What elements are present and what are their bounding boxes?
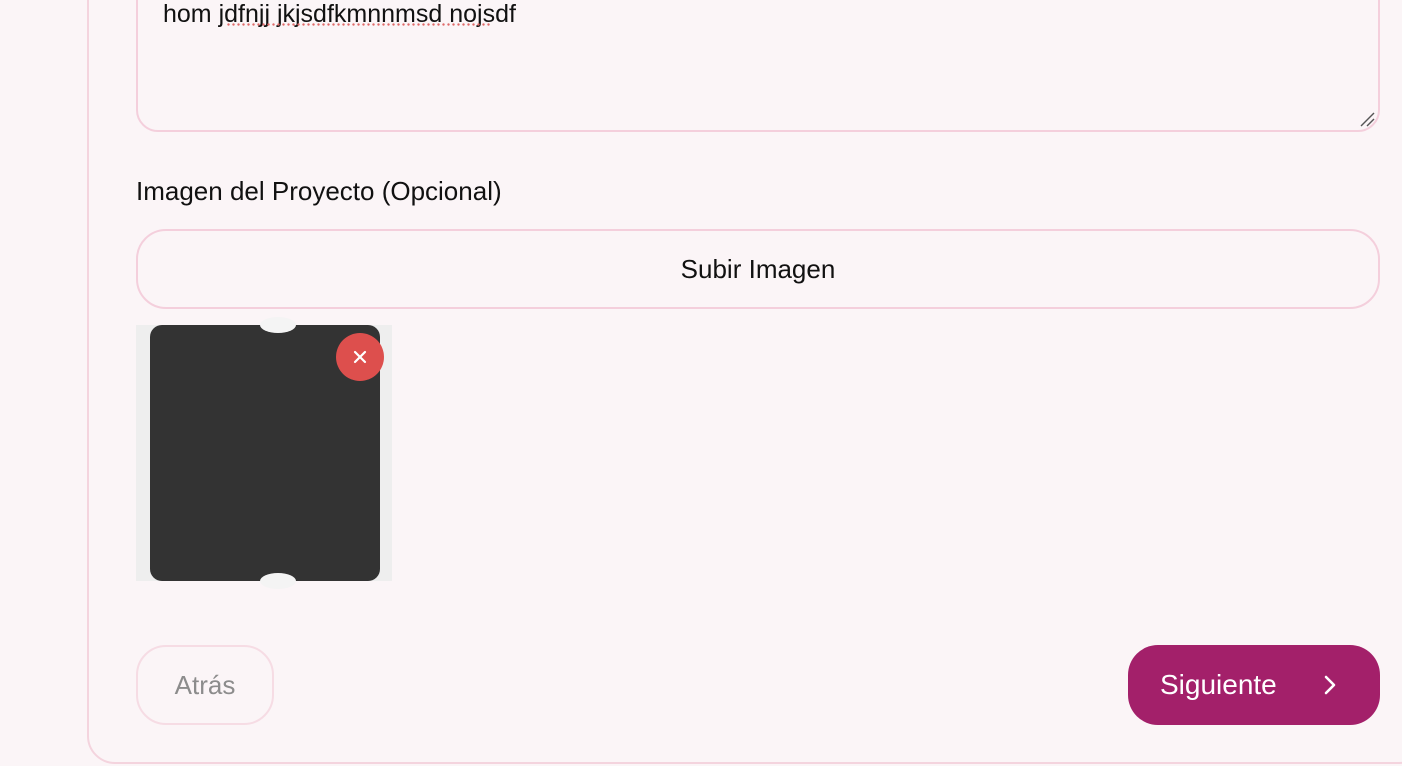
image-field-label: Imagen del Proyecto (Opcional) [136, 176, 502, 206]
ticket-notch-top [260, 317, 296, 333]
spellcheck-underline [226, 23, 491, 26]
next-button-label: Siguiente [1160, 669, 1277, 700]
ticket-notch-bottom [260, 573, 296, 589]
chevron-right-icon [1324, 675, 1336, 695]
upload-image-button[interactable]: Subir Imagen [136, 229, 1380, 309]
close-icon [353, 350, 367, 364]
next-button[interactable]: Siguiente [1128, 645, 1380, 725]
description-textarea[interactable]: hom jdfnjj jkjsdfkmnnmsd nojsdf [136, 0, 1380, 132]
resize-grip-icon[interactable] [1359, 111, 1375, 127]
remove-image-button[interactable] [336, 333, 384, 381]
back-button[interactable]: Atrás [136, 645, 274, 725]
